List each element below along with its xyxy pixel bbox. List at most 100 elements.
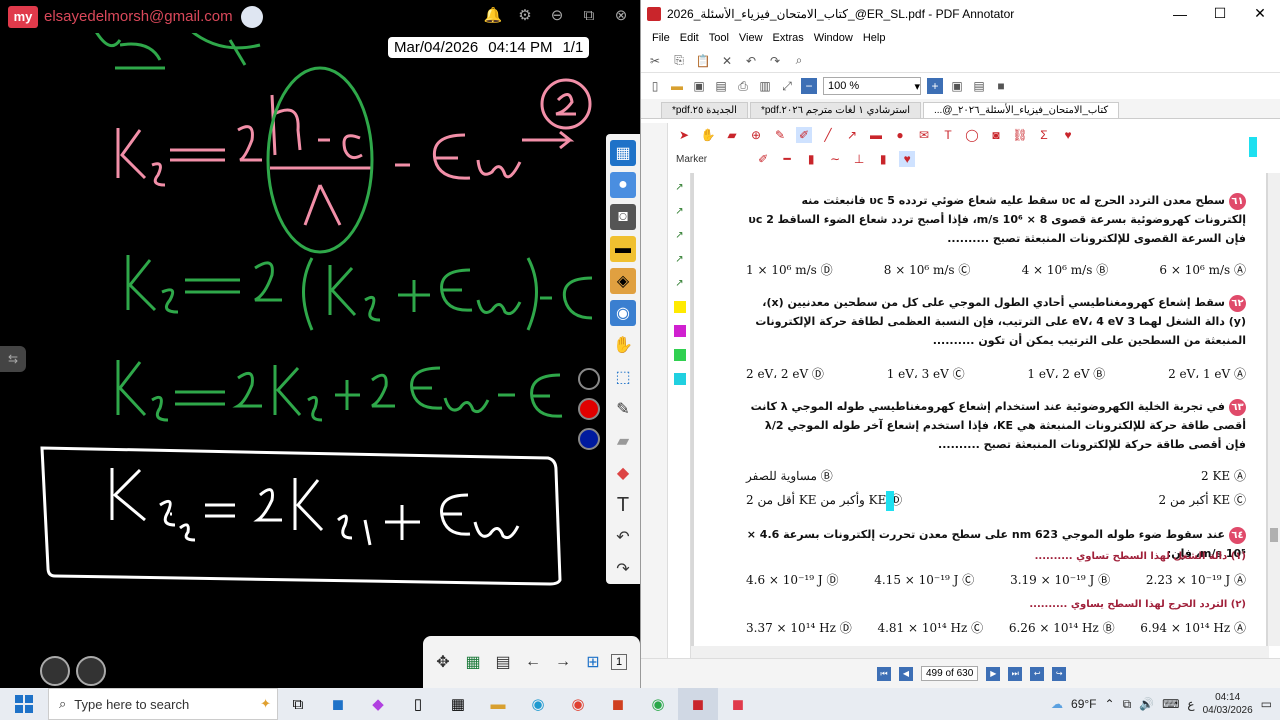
- input-language[interactable]: ع: [1187, 697, 1194, 711]
- bookmark-icon[interactable]: [673, 349, 686, 361]
- chrome-icon[interactable]: ◉: [558, 688, 598, 720]
- fit-width-icon[interactable]: ▤: [971, 78, 987, 94]
- delete-icon[interactable]: ✕: [719, 53, 735, 69]
- weather-icon[interactable]: ☁: [1051, 697, 1063, 711]
- find-icon[interactable]: ⌕: [791, 53, 807, 69]
- color-blue-swatch[interactable]: [578, 428, 600, 450]
- network-icon[interactable]: ⧉: [1123, 697, 1132, 712]
- task-view-icon[interactable]: ⧉: [278, 688, 318, 720]
- outlook-icon[interactable]: ◼: [318, 688, 358, 720]
- tab-document-2[interactable]: استرشادي ١ لغات مترجم ٢٠٢٦.pdf*: [749, 102, 921, 118]
- bookmark-icon[interactable]: ↗: [674, 253, 686, 265]
- page-number-field[interactable]: 499 of 630: [921, 666, 979, 681]
- close-icon[interactable]: ⊗: [610, 4, 632, 26]
- camera-icon[interactable]: ◙: [610, 204, 636, 230]
- select-icon[interactable]: ⬚: [610, 364, 636, 390]
- option[interactable]: 8 × 10⁶ m/s Ⓒ: [884, 261, 971, 278]
- taskbar-search[interactable]: ⌕ Type here to search ✦: [48, 688, 278, 720]
- rectangle-tool-icon[interactable]: ▬: [868, 127, 884, 143]
- restore-icon[interactable]: ⧉: [578, 4, 600, 26]
- option[interactable]: 1 eV، 3 eV Ⓒ: [887, 365, 965, 382]
- bookmark-icon[interactable]: [673, 373, 686, 385]
- new-icon[interactable]: ▯: [647, 78, 663, 94]
- option[interactable]: 2.23 × 10⁻¹⁹ J Ⓐ: [1146, 571, 1246, 588]
- zoom-in-icon[interactable]: +: [927, 78, 943, 94]
- pages-thumb-icon[interactable]: [76, 656, 106, 686]
- option[interactable]: 4.81 × 10¹⁴ Hz Ⓒ: [877, 619, 983, 636]
- folder-icon[interactable]: ▬: [610, 236, 636, 262]
- chevron-up-icon[interactable]: ⌃: [1105, 697, 1115, 711]
- last-page-icon[interactable]: ⏭: [1008, 666, 1023, 681]
- color-black-swatch[interactable]: [578, 368, 600, 390]
- opacity-icon[interactable]: ▮: [803, 151, 819, 167]
- option[interactable]: 4 × 10⁶ m/s Ⓑ: [1022, 261, 1109, 278]
- layer-icon[interactable]: ▮: [875, 151, 891, 167]
- fullscreen-icon[interactable]: ■: [993, 78, 1009, 94]
- hand-tool-icon[interactable]: ✋: [700, 127, 716, 143]
- gear-icon[interactable]: ⚙: [514, 4, 536, 26]
- back-icon[interactable]: ↩: [1030, 666, 1045, 681]
- next-page-icon[interactable]: ▶: [986, 666, 1001, 681]
- prev-page-icon[interactable]: ◀: [899, 666, 913, 681]
- tab-document-1[interactable]: الجديدة ٢٥.pdf*: [661, 102, 748, 118]
- maximize-button[interactable]: ☐: [1200, 5, 1240, 22]
- undo-icon[interactable]: ↶: [743, 53, 759, 69]
- zoom-select[interactable]: 100 % ▾: [823, 77, 921, 95]
- app-icon[interactable]: ▯: [398, 688, 438, 720]
- edge-icon[interactable]: ◉: [518, 688, 558, 720]
- menu-window[interactable]: Window: [809, 32, 858, 44]
- color-red-swatch[interactable]: [578, 398, 600, 420]
- copy-icon[interactable]: ⎘: [671, 53, 687, 69]
- bookmark-icon[interactable]: [673, 301, 686, 313]
- zoom-tool-icon[interactable]: ⊕: [748, 127, 764, 143]
- text-icon[interactable]: T: [610, 492, 636, 518]
- fit-page-icon[interactable]: ▣: [949, 78, 965, 94]
- box-icon[interactable]: ◈: [610, 268, 636, 294]
- option[interactable]: 3.19 × 10⁻¹⁹ J Ⓑ: [1010, 571, 1110, 588]
- undo-icon[interactable]: ↶: [610, 524, 636, 550]
- bookmark-icon[interactable]: ↗: [674, 277, 686, 289]
- image-thumb-icon[interactable]: [40, 656, 70, 686]
- scroll-thumb[interactable]: [1270, 528, 1278, 542]
- cut-icon[interactable]: ✂: [647, 53, 663, 69]
- whiteboard-taskbar-icon[interactable]: ◼: [718, 688, 758, 720]
- option[interactable]: 2 KE Ⓐ: [1201, 467, 1246, 484]
- option[interactable]: 4.6 × 10⁻¹⁹ J Ⓓ: [746, 571, 838, 588]
- clock[interactable]: 04:14 04/03/2026: [1203, 691, 1253, 717]
- windows-grid-icon[interactable]: ▦: [610, 140, 636, 166]
- eraser-tool-icon[interactable]: ▰: [724, 127, 740, 143]
- favorites-icon[interactable]: ♥: [1060, 127, 1076, 143]
- redo-icon[interactable]: ↷: [767, 53, 783, 69]
- minimize-button[interactable]: —: [1160, 6, 1200, 22]
- line-width-icon[interactable]: ━: [779, 151, 795, 167]
- bookmark-icon[interactable]: ↗: [674, 181, 686, 193]
- option[interactable]: 6.26 × 10¹⁴ Hz Ⓑ: [1009, 619, 1115, 636]
- option[interactable]: 4.15 × 10⁻¹⁹ J Ⓒ: [874, 571, 974, 588]
- browser-icon[interactable]: ◉: [610, 300, 636, 326]
- option[interactable]: مساوية للصفر Ⓑ: [746, 467, 833, 484]
- arrow-select-icon[interactable]: ➤: [676, 127, 692, 143]
- page-indicator[interactable]: 1: [611, 654, 628, 670]
- link-tool-icon[interactable]: ⛓: [1012, 127, 1028, 143]
- bookmark-icon[interactable]: ↗: [674, 205, 686, 217]
- apply-style-icon[interactable]: ♥: [899, 151, 916, 167]
- print-icon[interactable]: ⎙: [735, 78, 751, 94]
- volume-icon[interactable]: 🔊: [1139, 697, 1154, 711]
- file-explorer-icon[interactable]: ▬: [478, 688, 518, 720]
- excel-icon[interactable]: ▦: [461, 650, 485, 674]
- line-style-icon[interactable]: ∼: [827, 151, 843, 167]
- menu-tool[interactable]: Tool: [704, 32, 734, 44]
- move-icon[interactable]: ✥: [431, 650, 455, 674]
- side-handle-icon[interactable]: ⇆: [0, 346, 26, 372]
- sum-tool-icon[interactable]: Σ: [1036, 127, 1052, 143]
- zoom-out-icon[interactable]: −: [801, 78, 817, 94]
- pdf-annotator-taskbar-icon[interactable]: ◼: [678, 688, 718, 720]
- hand-icon[interactable]: ✋: [610, 332, 636, 358]
- redo-icon[interactable]: ↷: [610, 556, 636, 582]
- option[interactable]: 2 eV، 1 eV Ⓐ: [1168, 365, 1246, 382]
- ink-strokes[interactable]: [0, 0, 640, 688]
- minimize-icon[interactable]: ⊖: [546, 4, 568, 26]
- menu-help[interactable]: Help: [858, 32, 891, 44]
- ellipse-tool-icon[interactable]: ●: [892, 127, 908, 143]
- stamp-tool-icon[interactable]: ✉: [916, 127, 932, 143]
